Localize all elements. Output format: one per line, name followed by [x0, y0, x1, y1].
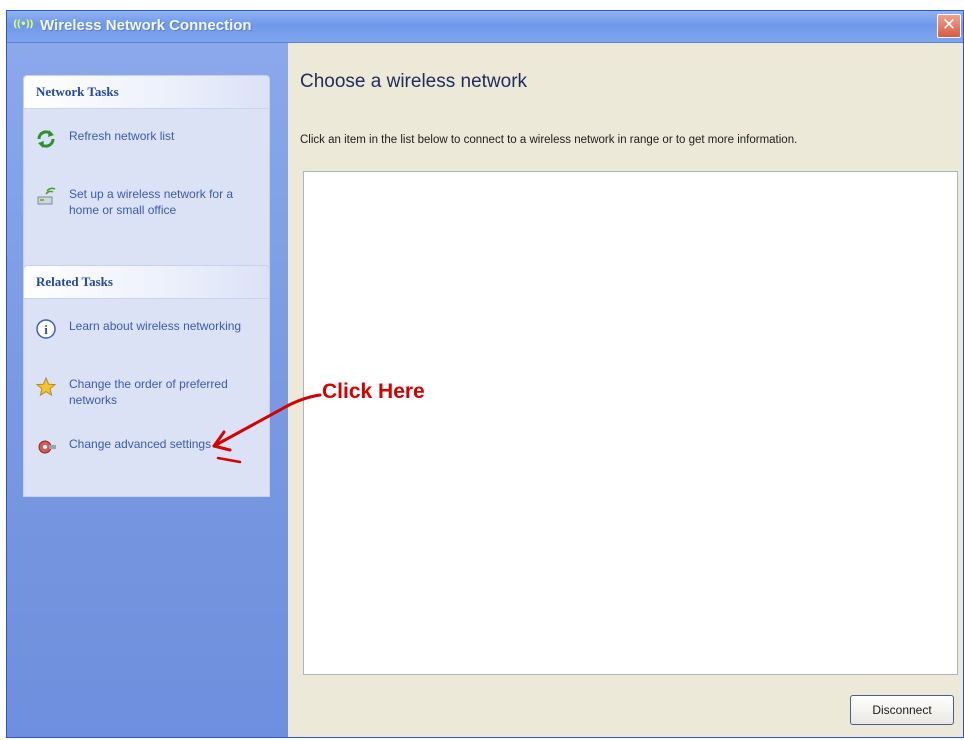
disconnect-button[interactable]: Disconnect	[850, 695, 954, 725]
page-title: Choose a wireless network	[300, 71, 528, 92]
task-sidebar: Network Tasks Refresh network list Set u…	[7, 43, 288, 737]
change-preferred-networks-order-link[interactable]: Change the order of preferred networks	[35, 376, 265, 412]
window-title: Wireless Network Connection	[40, 17, 252, 34]
related-tasks-header: Related Tasks	[24, 266, 269, 299]
learn-wireless-networking-link[interactable]: i Learn about wireless networking	[35, 318, 265, 354]
wireless-network-connection-window: ((•)) Wireless Network Connection ✕ Netw…	[6, 10, 964, 738]
svg-text:i: i	[44, 322, 48, 337]
settings-icon	[35, 436, 57, 458]
change-advanced-settings-link[interactable]: Change advanced settings	[35, 436, 265, 472]
instructions-text: Click an item in the list below to conne…	[300, 134, 798, 146]
title-bar[interactable]: ((•)) Wireless Network Connection ✕	[7, 11, 963, 43]
refresh-network-list-label: Refresh network list	[69, 129, 175, 143]
star-icon	[35, 376, 57, 398]
info-icon: i	[35, 318, 57, 340]
click-here-annotation: Click Here	[322, 380, 425, 403]
related-tasks-panel: Related Tasks i Learn about wireless net…	[23, 265, 270, 497]
network-tasks-header: Network Tasks	[24, 76, 269, 109]
setup-wireless-network-link[interactable]: Set up a wireless network for a home or …	[35, 186, 265, 222]
refresh-icon	[35, 128, 57, 150]
close-button[interactable]: ✕	[937, 14, 961, 38]
learn-wireless-networking-label: Learn about wireless networking	[69, 319, 242, 333]
change-preferred-networks-order-label: Change the order of preferred networks	[69, 377, 228, 407]
network-tasks-panel: Network Tasks Refresh network list Set u…	[23, 75, 270, 277]
refresh-network-list-link[interactable]: Refresh network list	[35, 128, 265, 148]
wireless-signal-icon: ((•))	[13, 19, 34, 30]
change-advanced-settings-label: Change advanced settings	[69, 437, 212, 451]
setup-network-icon	[35, 186, 57, 208]
setup-wireless-network-label: Set up a wireless network for a home or …	[69, 187, 234, 217]
wireless-network-list[interactable]	[303, 171, 958, 675]
